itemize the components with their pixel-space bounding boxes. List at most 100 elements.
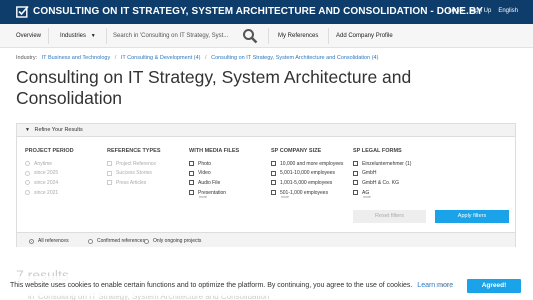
filter-title: PROJECT PERIOD [25, 148, 74, 154]
filter-option-label: GmbH [362, 170, 377, 177]
sort-label: Sort by [436, 283, 452, 289]
filter-option-label: 10,000 and more employees [280, 160, 344, 167]
filter-option[interactable]: since 2024 [25, 178, 74, 188]
checkbox-logo-icon[interactable] [16, 5, 29, 18]
more-link[interactable]: more [281, 195, 343, 199]
scope-option-label: Confirmed references [97, 238, 146, 244]
filter-option[interactable]: since 2025 [25, 169, 74, 179]
site-title[interactable]: CONSULTING ON IT STRATEGY, SYSTEM ARCHIT… [33, 6, 483, 17]
nav-my-references[interactable]: My References [278, 33, 318, 39]
breadcrumb-item[interactable]: IT Business and Technology [42, 55, 111, 61]
cookie-banner: This website uses cookies to enable cert… [0, 276, 533, 296]
agree-button[interactable]: Agreed! [467, 279, 521, 293]
breadcrumb: Industry: IT Business and Technology / I… [16, 55, 378, 61]
filter-option[interactable]: GmbH & Co. KG [353, 178, 411, 188]
cookie-text: This website uses cookies to enable cert… [10, 282, 413, 289]
checkbox-icon [107, 161, 112, 167]
checkbox-icon [189, 170, 194, 176]
radio-icon [25, 180, 30, 186]
filter-title: SP COMPANY SIZE [271, 148, 322, 154]
filter-option[interactable]: Anytime [25, 159, 74, 169]
filter-option-label: Audio File [198, 179, 221, 186]
scope-option-ongoing[interactable]: Only ongoing projects [144, 238, 201, 244]
scope-option-all[interactable]: All references [29, 238, 69, 244]
filter-project-period: PROJECT PERIOD Anytime since 2025 since … [25, 148, 74, 197]
filter-option-label: Success Stories [116, 170, 152, 177]
filter-media-files: WITH MEDIA FILES Photo Video Audio File … [189, 148, 239, 199]
search-icon[interactable] [242, 28, 258, 44]
filter-option[interactable]: Success Stories [107, 169, 160, 179]
top-links: Login Sign Up English [448, 8, 518, 14]
filter-option-label: Project Reference [116, 160, 157, 167]
filter-option[interactable]: Press Articles [107, 178, 160, 188]
filter-title: REFERENCE TYPES [107, 148, 161, 154]
filter-option-label: Einzelunternehmer (1) [362, 160, 412, 167]
checkbox-icon [271, 190, 276, 196]
filter-option-label: Photo [198, 160, 212, 167]
top-header: CONSULTING ON IT STRATEGY, SYSTEM ARCHIT… [0, 0, 533, 24]
filter-option-label: 5,001-10,000 employees [280, 170, 336, 177]
filter-option-label: since 2021 [34, 189, 59, 196]
nav-industries[interactable]: Industries ▼ [60, 33, 96, 39]
scope-option-label: Only ongoing projects [153, 238, 202, 244]
chevron-down-icon: ▼ [90, 33, 96, 39]
nav-add-company-profile[interactable]: Add Company Profile [336, 33, 393, 39]
filter-title: WITH MEDIA FILES [189, 148, 240, 154]
checkbox-icon [353, 170, 358, 176]
signup-link[interactable]: Sign Up [470, 8, 491, 14]
reference-scope-bar: All references Confirmed references Only… [17, 232, 515, 247]
language-link[interactable]: English [498, 8, 518, 14]
filter-reference-types: REFERENCE TYPES Project Reference Succes… [107, 148, 160, 188]
breadcrumb-item[interactable]: Consulting on IT Strategy, System Archit… [211, 55, 378, 61]
reset-filters-button[interactable]: Reset filters [353, 210, 426, 223]
search-input[interactable]: Search in 'Consulting on IT Strategy, Sy… [113, 33, 228, 39]
filter-option[interactable]: 1,001-5,000 employees [271, 178, 343, 188]
filter-option[interactable]: Project Reference [107, 159, 160, 169]
filter-option[interactable]: Video [189, 169, 239, 179]
scope-option-confirmed[interactable]: Confirmed references [88, 238, 145, 244]
nav-divider [106, 28, 107, 44]
checkbox-icon [189, 180, 194, 186]
filter-option[interactable]: Einzelunternehmer (1) [353, 159, 411, 169]
more-link[interactable]: more [363, 195, 411, 199]
checkbox-icon [107, 180, 112, 186]
filter-title: SP LEGAL FORMS [353, 148, 402, 154]
cookie-message: This website uses cookies to enable cert… [10, 282, 453, 289]
filter-option[interactable]: since 2021 [25, 188, 74, 198]
radio-icon [144, 238, 149, 244]
checkbox-icon [189, 161, 194, 167]
radio-icon [25, 190, 30, 196]
checkbox-icon [271, 180, 276, 186]
breadcrumb-item[interactable]: IT Consulting & Development (4) [121, 55, 201, 61]
filter-legal-forms: SP LEGAL FORMS Einzelunternehmer (1) Gmb… [353, 148, 411, 199]
filter-option[interactable]: GmbH [353, 169, 411, 179]
refine-header[interactable]: ▼ Refine Your Results [17, 124, 515, 137]
filter-option-label: Press Articles [116, 179, 147, 186]
login-link[interactable]: Login [448, 8, 463, 14]
radio-icon [88, 238, 93, 244]
radio-icon [25, 161, 30, 167]
main-nav: Overview Industries ▼ Search in 'Consult… [0, 24, 533, 48]
nav-industries-label: Industries [60, 33, 87, 39]
checkbox-icon [353, 180, 358, 186]
filter-option-label: 1,001-5,000 employees [280, 179, 333, 186]
filter-option[interactable]: Audio File [189, 178, 239, 188]
checkbox-icon [189, 190, 194, 196]
filter-option-label: since 2025 [34, 170, 59, 177]
filter-company-size: SP COMPANY SIZE 10,000 and more employee… [271, 148, 343, 199]
refine-panel: ▼ Refine Your Results PROJECT PERIOD Any… [16, 123, 516, 247]
breadcrumb-separator: / [205, 55, 207, 61]
more-link[interactable]: more [199, 195, 239, 199]
breadcrumb-prefix: Industry: [16, 55, 38, 61]
scope-option-label: All references [38, 238, 69, 244]
filter-option-label: Video [198, 170, 211, 177]
filter-option[interactable]: Photo [189, 159, 239, 169]
checkbox-icon [353, 190, 358, 196]
filter-option[interactable]: 10,000 and more employees [271, 159, 343, 169]
checkbox-icon [271, 170, 276, 176]
filter-option[interactable]: 5,001-10,000 employees [271, 169, 343, 179]
radio-icon [25, 170, 30, 176]
apply-filters-button[interactable]: Apply filters [435, 210, 509, 223]
nav-overview[interactable]: Overview [16, 33, 41, 39]
filter-option-label: since 2024 [34, 179, 59, 186]
